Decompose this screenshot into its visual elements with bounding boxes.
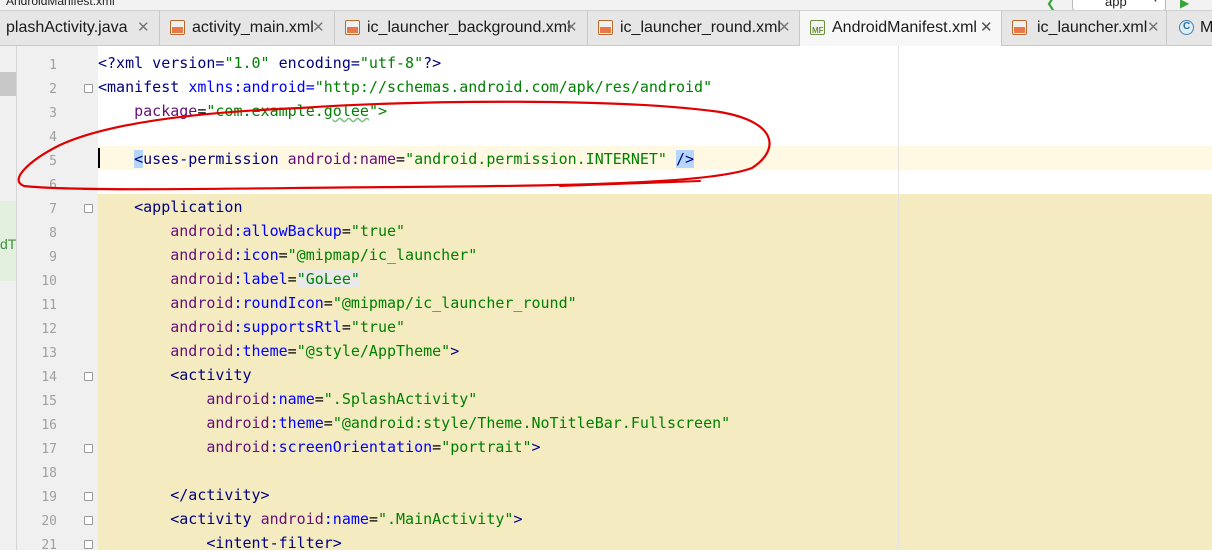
tab-splash-activity[interactable]: plashActivity.java ✕	[0, 11, 160, 45]
tab-label: AndroidManifest.xml	[832, 19, 977, 36]
close-icon[interactable]: ✕	[565, 18, 578, 36]
code-line-10: android:label="GoLee"	[170, 270, 360, 288]
fold-collapse-icon[interactable]	[84, 204, 93, 213]
code-line-3: package="com.example.golee">	[98, 102, 387, 120]
close-icon[interactable]: ✕	[1147, 18, 1160, 36]
tab-label: ic_launcher_round.xml	[620, 19, 781, 36]
line-number: 3	[49, 106, 57, 121]
close-icon[interactable]: ✕	[778, 18, 791, 36]
manifest-file-icon	[810, 20, 825, 35]
tab-ic-launcher[interactable]: ic_launcher.xml ✕	[1002, 11, 1167, 45]
close-icon[interactable]: ✕	[137, 18, 150, 36]
code-line-21: <intent-filter>	[98, 534, 342, 550]
xml-file-icon	[170, 20, 185, 35]
fold-collapse-icon[interactable]	[84, 516, 93, 525]
code-line-20: <activity android:name=".MainActivity">	[98, 510, 523, 528]
code-line-12: android:supportsRtl="true"	[170, 318, 406, 336]
code-line-5: <uses-permission android:name="android.p…	[134, 150, 695, 168]
fold-end-icon[interactable]	[84, 444, 93, 453]
code-editor[interactable]: <?xml version="1.0" encoding="utf-8"?> <…	[98, 46, 1212, 550]
xml-file-icon	[598, 20, 613, 35]
panel-text-fragment: dT	[0, 236, 17, 252]
tab-label: M	[1200, 19, 1212, 36]
line-number: 17	[41, 442, 57, 457]
tab-label: plashActivity.java	[6, 19, 128, 36]
fold-end-icon[interactable]	[84, 492, 93, 501]
line-number: 13	[41, 346, 57, 361]
line-number: 5	[49, 154, 57, 169]
fold-collapse-icon[interactable]	[84, 84, 93, 93]
line-number: 2	[49, 82, 57, 97]
title-bar: AndroidManifest.xml ❮ app ▼ ▶	[0, 0, 1212, 11]
line-number: 10	[41, 274, 57, 289]
line-number: 16	[41, 418, 57, 433]
xml-file-icon	[345, 20, 360, 35]
run-configuration-label: app	[1105, 0, 1127, 9]
line-number: 9	[49, 250, 57, 265]
selected-item-highlight	[0, 72, 16, 96]
fold-collapse-icon[interactable]	[84, 372, 93, 381]
line-number: 6	[49, 178, 57, 193]
tab-label: ic_launcher_background.xml	[367, 19, 571, 36]
close-icon[interactable]: ✕	[312, 18, 325, 36]
fold-collapse-icon[interactable]	[84, 540, 93, 549]
code-line-14: <activity	[98, 366, 252, 384]
right-margin-guide	[898, 46, 899, 550]
line-number: 14	[41, 370, 57, 385]
code-line-13: android:theme="@style/AppTheme">	[170, 342, 460, 360]
tab-label: activity_main.xml	[192, 19, 314, 36]
tab-overflow[interactable]: M	[1167, 11, 1212, 45]
tab-label: ic_launcher.xml	[1037, 19, 1148, 36]
run-configuration-dropdown[interactable]: app ▼	[1072, 0, 1166, 10]
line-number: 20	[41, 514, 57, 529]
chevron-down-icon: ▼	[1151, 0, 1160, 4]
line-number: 21	[41, 538, 57, 553]
tab-ic-launcher-background[interactable]: ic_launcher_background.xml ✕	[335, 11, 588, 45]
code-line-1: <?xml version="1.0" encoding="utf-8"?>	[98, 54, 442, 72]
line-number: 18	[41, 466, 57, 481]
run-icon[interactable]: ▶	[1180, 0, 1189, 10]
line-number: 7	[49, 202, 57, 217]
tab-android-manifest[interactable]: AndroidManifest.xml ✕	[800, 11, 1002, 46]
line-number: 15	[41, 394, 57, 409]
line-number: 1	[49, 58, 57, 73]
window-title: AndroidManifest.xml	[6, 0, 115, 8]
tab-activity-main[interactable]: activity_main.xml ✕	[160, 11, 335, 45]
code-line-17: android:screenOrientation="portrait">	[206, 438, 541, 456]
line-number: 11	[41, 298, 57, 313]
code-line-16: android:theme="@android:style/Theme.NoTi…	[206, 414, 731, 432]
line-number: 12	[41, 322, 57, 337]
line-number: 8	[49, 226, 57, 241]
line-number: 19	[41, 490, 57, 505]
tab-ic-launcher-round[interactable]: ic_launcher_round.xml ✕	[588, 11, 800, 45]
back-arrow-icon[interactable]: ❮	[1046, 0, 1056, 10]
code-line-7: <application	[98, 198, 243, 216]
project-panel-edge: dT	[0, 46, 17, 550]
code-line-9: android:icon="@mipmap/ic_launcher"	[170, 246, 478, 264]
code-line-19: </activity>	[98, 486, 270, 504]
java-class-icon	[1179, 20, 1194, 35]
code-line-11: android:roundIcon="@mipmap/ic_launcher_r…	[170, 294, 577, 312]
code-line-8: android:allowBackup="true"	[170, 222, 406, 240]
code-line-2: <manifest xmlns:android="http://schemas.…	[98, 78, 713, 96]
line-number: 4	[49, 130, 57, 145]
xml-file-icon	[1012, 20, 1027, 35]
close-icon[interactable]: ✕	[980, 18, 993, 36]
code-line-15: android:name=".SplashActivity"	[206, 390, 478, 408]
editor-gutter: 1 2 3 4 5 6 7 8 9 10 11 12 13 14 15 16 1…	[17, 46, 98, 553]
editor-tab-bar: plashActivity.java ✕ activity_main.xml ✕…	[0, 11, 1212, 46]
